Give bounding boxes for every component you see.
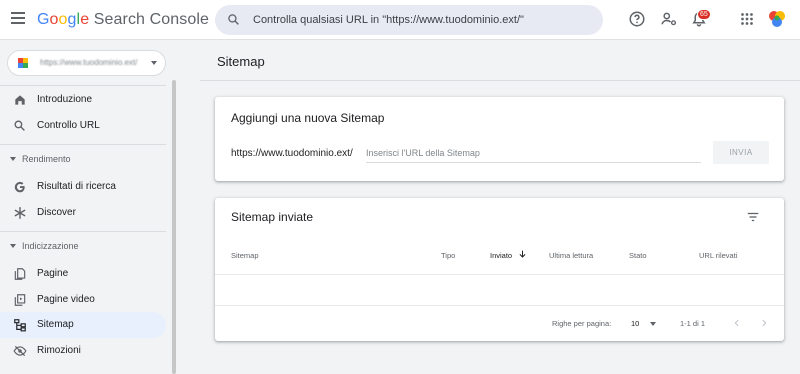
video-pages-icon xyxy=(14,294,26,306)
product-name: Search Console xyxy=(93,11,209,28)
table-footer-divider xyxy=(215,305,784,306)
rows-per-page-label: Righe per pagina: xyxy=(552,319,612,328)
sidebar-item-controllo-url[interactable]: Controllo URL xyxy=(0,113,166,139)
column-header-stato[interactable]: Stato xyxy=(629,251,647,260)
property-url: https://www.tuodominio.ext/ xyxy=(40,58,138,67)
chevron-down-icon xyxy=(151,61,157,65)
sidebar-item-risultati-di-ricerca[interactable]: Risultati di ricerca xyxy=(0,174,166,200)
column-header-url-rilevati[interactable]: URL rilevati xyxy=(699,251,737,260)
section-rendimento[interactable]: Rendimento xyxy=(0,150,166,170)
removals-icon xyxy=(13,345,27,357)
table-header-divider xyxy=(215,274,784,275)
top-app-bar: Google Search Console 65 xyxy=(0,0,800,40)
collapse-triangle-icon xyxy=(10,157,16,161)
chevron-down-icon[interactable] xyxy=(650,322,656,326)
sort-descending-arrow-icon[interactable] xyxy=(518,249,527,259)
chevron-left-icon xyxy=(734,319,739,327)
hamburger-menu-icon[interactable] xyxy=(11,12,25,26)
sidebar-item-pagine-video[interactable]: Pagine video xyxy=(0,287,166,313)
sidebar-divider xyxy=(0,231,166,232)
sidebar-item-pagine[interactable]: Pagine xyxy=(0,261,166,287)
sidebar-item-rimozioni[interactable]: Rimozioni xyxy=(0,338,166,364)
help-icon[interactable] xyxy=(628,10,646,28)
rows-per-page-select[interactable]: 10 xyxy=(631,319,639,328)
discover-asterisk-icon xyxy=(14,207,26,219)
submitted-sitemaps-card: Sitemap inviate Sitemap Tipo Inviato Ult… xyxy=(215,198,784,341)
sidebar-divider xyxy=(0,85,166,86)
title-divider xyxy=(200,80,800,81)
collapse-triangle-icon xyxy=(10,244,16,248)
pages-icon xyxy=(14,268,26,280)
sidebar-item-sitemap[interactable]: Sitemap xyxy=(0,312,166,338)
property-selector[interactable]: https://www.tuodominio.ext/ xyxy=(7,50,166,76)
url-inspection-input[interactable] xyxy=(253,5,593,35)
filter-icon[interactable] xyxy=(746,210,760,224)
account-avatar-icon[interactable] xyxy=(767,9,787,29)
google-search-console-logo[interactable]: Google Search Console xyxy=(37,11,209,29)
search-icon xyxy=(14,120,25,131)
sitemap-icon xyxy=(14,319,26,332)
next-page-button[interactable] xyxy=(757,316,771,330)
submitted-sitemaps-title: Sitemap inviate xyxy=(231,210,314,224)
chevron-right-icon xyxy=(762,319,767,327)
sidebar-scrollbar[interactable] xyxy=(172,80,176,374)
sidebar-divider xyxy=(0,144,166,145)
sidebar-item-introduzione[interactable]: Introduzione xyxy=(0,87,166,113)
column-header-sitemap[interactable]: Sitemap xyxy=(231,251,259,260)
pagination-range: 1-1 di 1 xyxy=(680,319,706,328)
previous-page-button[interactable] xyxy=(730,316,744,330)
google-g-icon xyxy=(14,181,25,193)
column-header-tipo[interactable]: Tipo xyxy=(441,251,455,260)
add-sitemap-card: Aggiungi una nuova Sitemap https://www.t… xyxy=(215,97,784,181)
column-header-ultima-lettura[interactable]: Ultima lettura xyxy=(549,251,593,260)
sitemap-url-input[interactable] xyxy=(366,143,701,163)
column-header-inviato[interactable]: Inviato xyxy=(490,251,512,260)
search-icon xyxy=(228,14,239,25)
sidebar-item-discover[interactable]: Discover xyxy=(0,200,166,226)
property-favicon-icon xyxy=(18,58,28,68)
manage-users-icon[interactable] xyxy=(660,10,678,28)
home-icon xyxy=(15,95,25,105)
submit-sitemap-button[interactable]: INVIA xyxy=(713,141,769,164)
add-sitemap-title: Aggiungi una nuova Sitemap xyxy=(231,111,385,125)
domain-prefix: https://www.tuodominio.ext/ xyxy=(231,148,353,159)
page-title: Sitemap xyxy=(217,54,265,69)
url-inspection-search[interactable] xyxy=(215,5,603,35)
apps-grid-icon[interactable] xyxy=(738,10,756,28)
notification-count-badge: 65 xyxy=(697,9,711,20)
sidebar: https://www.tuodominio.ext/ Introduzione… xyxy=(0,40,175,374)
section-indicizzazione[interactable]: Indicizzazione xyxy=(0,237,166,257)
